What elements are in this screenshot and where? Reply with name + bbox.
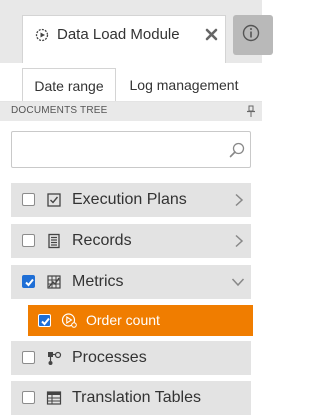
search-icon[interactable] bbox=[228, 141, 246, 159]
tree-item-label: Order count bbox=[86, 312, 160, 328]
tab-date-range[interactable]: Date range bbox=[22, 68, 116, 102]
tree-item-translation-tables[interactable]: Translation Tables bbox=[11, 381, 251, 415]
tree-item-checkbox[interactable] bbox=[22, 193, 35, 206]
tree-item-label: Translation Tables bbox=[72, 389, 201, 406]
tree-item-label: Records bbox=[72, 232, 132, 249]
subtabs: Date range Log management bbox=[0, 63, 262, 102]
processes-icon bbox=[48, 351, 62, 365]
tree-item-label: Execution Plans bbox=[72, 191, 187, 208]
tree-item-execution-plans[interactable]: Execution Plans bbox=[11, 183, 251, 217]
tree-item-label: Processes bbox=[72, 349, 147, 366]
tab-log-management[interactable]: Log management bbox=[122, 68, 246, 102]
metrics-icon bbox=[47, 275, 61, 289]
metric-item-icon bbox=[61, 313, 77, 328]
checkbox-list-icon bbox=[47, 193, 61, 207]
table-icon bbox=[46, 391, 62, 405]
module-tab-title: Data Load Module bbox=[57, 26, 180, 43]
chevron-right-icon[interactable] bbox=[233, 234, 245, 248]
tree-search-input[interactable] bbox=[18, 138, 222, 162]
close-icon[interactable] bbox=[205, 28, 218, 41]
pin-icon[interactable] bbox=[246, 105, 256, 118]
tree-item-processes[interactable]: Processes bbox=[11, 341, 251, 375]
tree-item-checkbox[interactable] bbox=[22, 351, 35, 364]
tree-item-checkbox[interactable] bbox=[22, 234, 35, 247]
chevron-right-icon[interactable] bbox=[233, 193, 245, 207]
module-tab-bar: Data Load Module bbox=[0, 0, 273, 63]
section-title: DOCUMENTS TREE bbox=[11, 105, 108, 116]
tree-item-order-count[interactable]: Order count bbox=[28, 305, 253, 336]
documents-tree-header: DOCUMENTS TREE bbox=[0, 102, 262, 121]
tree-item-label: Metrics bbox=[72, 273, 124, 290]
records-icon bbox=[48, 233, 60, 249]
tree-search-box bbox=[11, 131, 251, 168]
tree-item-checkbox[interactable] bbox=[38, 314, 51, 327]
tree-item-metrics[interactable]: Metrics bbox=[11, 265, 251, 299]
chevron-down-icon[interactable] bbox=[231, 275, 245, 289]
module-tab[interactable]: Data Load Module bbox=[22, 15, 226, 63]
tree-item-records[interactable]: Records bbox=[11, 224, 251, 258]
info-tab[interactable] bbox=[233, 15, 273, 55]
tree-item-checkbox[interactable] bbox=[22, 275, 35, 288]
tree-item-checkbox[interactable] bbox=[22, 391, 35, 404]
info-icon bbox=[242, 24, 260, 42]
module-gear-icon bbox=[35, 28, 49, 42]
